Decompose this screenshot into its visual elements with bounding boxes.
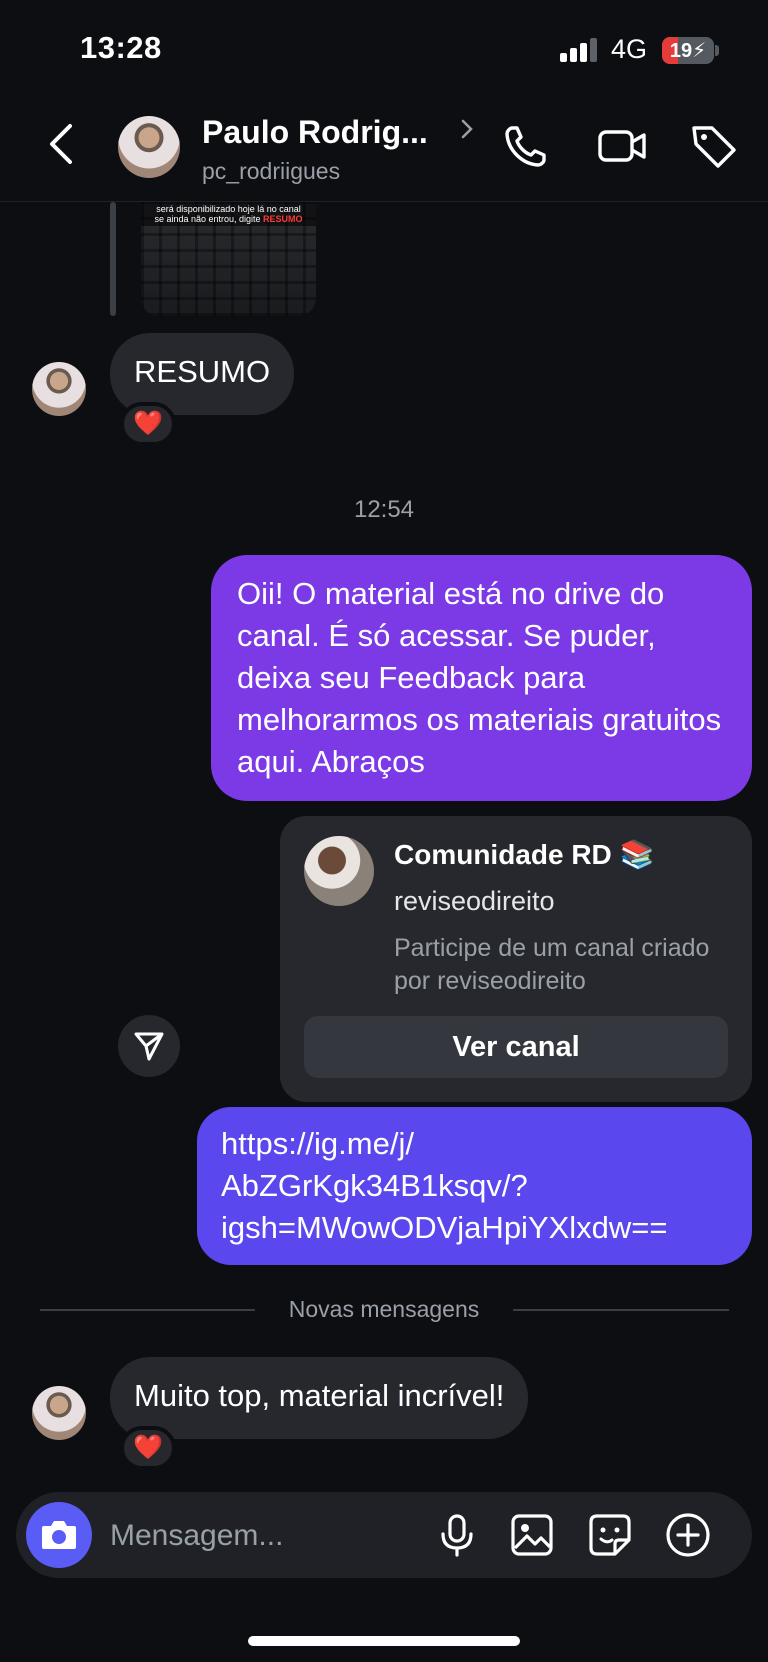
link-text-line3[interactable]: igsh=MWowODVjaHpiYXlxdw== bbox=[221, 1207, 728, 1249]
chevron-right-icon[interactable] bbox=[458, 116, 476, 142]
channel-title: Comunidade RD 📚 bbox=[394, 839, 655, 870]
channel-username: reviseodireito bbox=[394, 886, 555, 916]
channel-description: Participe de um canal criado por reviseo… bbox=[394, 934, 710, 995]
outgoing-link-message[interactable]: https://ig.me/j/ AbZGrKgk34B1ksqv/? igsh… bbox=[197, 1107, 752, 1265]
tag-icon bbox=[692, 126, 736, 168]
plus-circle-icon bbox=[666, 1513, 710, 1557]
thread-line bbox=[110, 202, 116, 316]
contact-avatar[interactable] bbox=[118, 116, 180, 178]
contact-name[interactable]: Paulo Rodrig... bbox=[202, 114, 428, 151]
heart-reaction[interactable]: ❤️ bbox=[120, 1426, 176, 1470]
incoming-message[interactable]: Muito top, material incrível! bbox=[110, 1357, 529, 1439]
battery-tip bbox=[715, 45, 719, 56]
voice-message-button[interactable] bbox=[432, 1510, 482, 1560]
divider-right bbox=[513, 1309, 729, 1311]
sticker-icon bbox=[589, 1514, 631, 1556]
sender-avatar[interactable] bbox=[32, 1386, 86, 1440]
home-indicator[interactable] bbox=[248, 1636, 520, 1646]
chat-header: Paulo Rodrig... pc_rodriigues bbox=[0, 100, 768, 202]
back-button[interactable] bbox=[40, 118, 88, 170]
camera-button[interactable] bbox=[26, 1502, 92, 1568]
more-options-button[interactable] bbox=[663, 1510, 713, 1560]
contact-username[interactable]: pc_rodriigues bbox=[202, 158, 340, 185]
shared-media-thumbnail[interactable]: será disponibilizado hoje lá no canal se… bbox=[141, 202, 316, 316]
image-icon bbox=[511, 1514, 553, 1556]
video-call-button[interactable] bbox=[596, 120, 648, 172]
share-button[interactable] bbox=[118, 1015, 180, 1077]
outgoing-message[interactable]: Oii! O material está no drive do canal. … bbox=[211, 555, 752, 801]
battery-icon: 19⚡ bbox=[662, 37, 714, 64]
channel-avatar bbox=[304, 836, 374, 906]
heart-reaction[interactable]: ❤️ bbox=[120, 402, 176, 446]
microphone-icon bbox=[441, 1514, 473, 1557]
message-text: RESUMO bbox=[134, 354, 271, 389]
status-time: 13:28 bbox=[80, 30, 162, 65]
network-type: 4G bbox=[611, 34, 648, 64]
message-text: Oii! O material está no drive do canal. … bbox=[237, 576, 722, 779]
video-camera-icon bbox=[598, 130, 646, 162]
send-icon bbox=[134, 1032, 164, 1061]
message-input[interactable] bbox=[110, 1516, 410, 1556]
message-text: Muito top, material incrível! bbox=[134, 1378, 505, 1413]
camera-icon bbox=[42, 1521, 76, 1549]
message-timestamp: 12:54 bbox=[353, 496, 415, 523]
signal-icon bbox=[560, 38, 600, 62]
phone-icon bbox=[505, 126, 546, 167]
link-text-line1[interactable]: https://ig.me/j/ bbox=[221, 1123, 728, 1165]
gallery-button[interactable] bbox=[507, 1510, 557, 1560]
sender-avatar[interactable] bbox=[32, 362, 86, 416]
sticker-button[interactable] bbox=[585, 1510, 635, 1560]
label-button[interactable] bbox=[688, 120, 740, 172]
battery-level: 19⚡ bbox=[669, 40, 707, 62]
channel-invite-card[interactable]: Comunidade RD 📚 reviseodireito Participe… bbox=[280, 816, 752, 1102]
link-text-line2[interactable]: AbZGrKgk34B1ksqv/? bbox=[221, 1165, 728, 1207]
phone-call-button[interactable] bbox=[500, 120, 552, 172]
view-channel-button[interactable]: Ver canal bbox=[304, 1016, 728, 1078]
message-composer bbox=[16, 1492, 752, 1578]
chevron-left-icon bbox=[50, 124, 72, 164]
media-caption: será disponibilizado hoje lá no canal se… bbox=[141, 202, 316, 226]
